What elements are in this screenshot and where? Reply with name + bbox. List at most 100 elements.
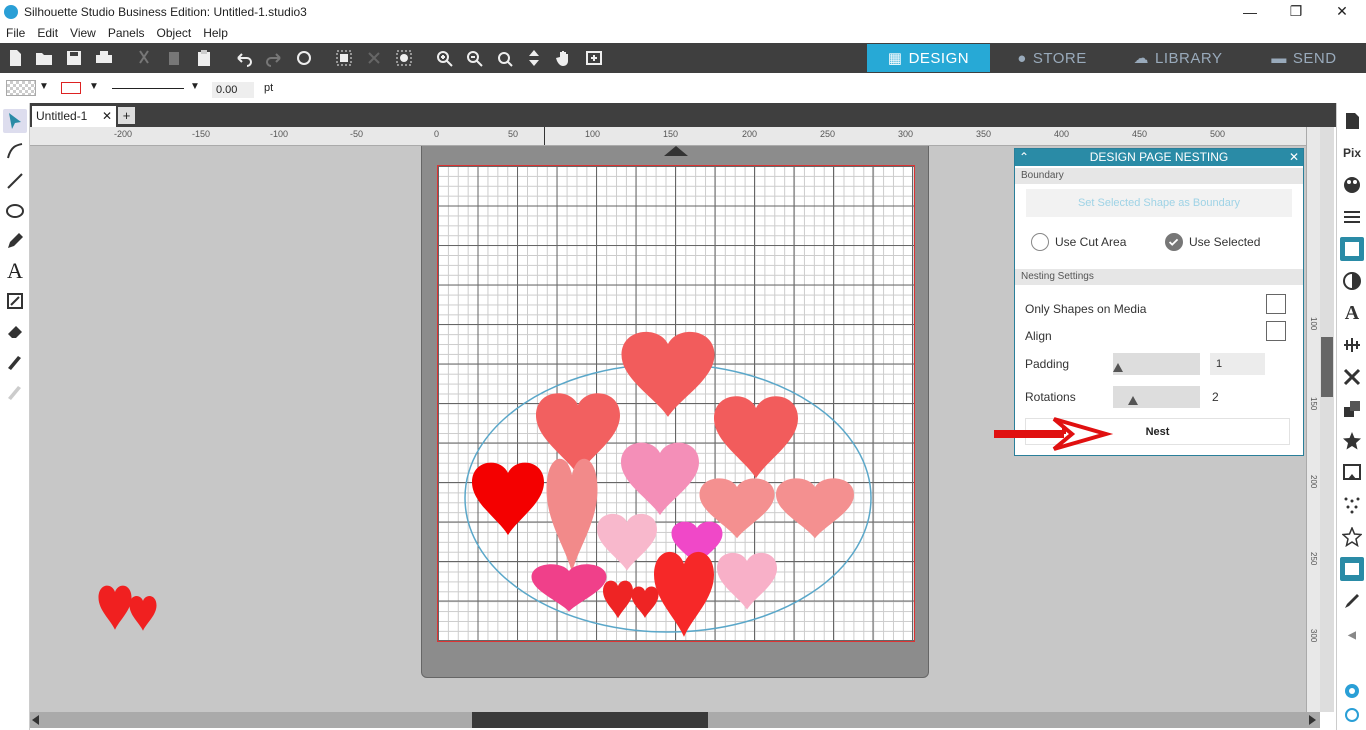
compound-path-icon[interactable] [393,47,415,69]
pixscan-icon[interactable]: Pix [1340,141,1364,165]
collapse-panel-icon[interactable]: ◀ [1340,623,1364,647]
menu-object[interactable]: Object [151,26,198,40]
menu-edit[interactable]: Edit [31,26,64,40]
select-tool-icon[interactable] [3,109,27,133]
transparency-panel-icon[interactable] [1340,269,1364,293]
cutter-icon: ▬ [1271,49,1287,67]
tab-design[interactable]: ▦ DESIGN [867,44,990,72]
page-setup-icon[interactable] [1340,109,1364,133]
new-file-icon[interactable] [4,47,26,69]
maximize-button[interactable]: ❐ [1273,0,1319,23]
paste-icon[interactable] [193,47,215,69]
nesting-panel-icon[interactable] [1340,557,1364,581]
fill-color-panel-icon[interactable] [1340,173,1364,197]
minimize-button[interactable]: — [1227,0,1273,23]
line-width-input[interactable]: 0.00 [212,82,254,98]
document-tab[interactable]: Untitled-1 ✕ [32,106,116,127]
top-ruler: -200 -150 -100 -50 0 50 100 150 200 250 … [30,127,1306,146]
fill-tool-icon[interactable] [3,289,27,313]
only-shapes-on-media-checkbox[interactable] [1266,294,1286,314]
pan-hand-icon[interactable] [553,47,575,69]
scroll-right-icon[interactable] [1309,715,1316,725]
zoom-in-icon[interactable] [433,47,455,69]
print-icon[interactable] [93,47,115,69]
ellipse-tool-icon[interactable] [3,199,27,223]
refresh-icon[interactable] [1340,703,1364,727]
use-selected-radio[interactable] [1165,233,1183,251]
modify-panel-icon[interactable] [1340,429,1364,453]
redraw-icon[interactable] [293,47,315,69]
tab-library[interactable]: ☁ LIBRARY [1118,44,1238,72]
vertical-scroll-thumb[interactable] [1321,337,1333,397]
add-page-icon[interactable] [583,47,605,69]
horizontal-scroll-thumb[interactable] [472,712,708,728]
line-color-dropdown-icon[interactable]: ▼ [89,81,99,92]
set-boundary-button[interactable]: Set Selected Shape as Boundary [1026,189,1292,217]
sketch-panel-icon[interactable] [1340,589,1364,613]
eraser-tool-icon[interactable] [3,319,27,343]
menu-help[interactable]: Help [197,26,234,40]
menu-view[interactable]: View [64,26,102,40]
add-tab-button[interactable]: + [118,107,135,124]
image-panel-icon[interactable] [1340,237,1364,261]
padding-input[interactable]: 1 [1210,353,1265,375]
ruler-tick-label: -50 [350,129,364,139]
ruler-tick-label: 0 [434,129,440,139]
padding-slider[interactable] [1113,353,1200,375]
pencil-tool-icon[interactable] [3,229,27,253]
close-window-button[interactable]: ✕ [1319,0,1365,23]
offset-panel-icon[interactable] [1340,461,1364,485]
fill-dropdown-icon[interactable]: ▼ [39,81,49,92]
point-edit-tool-icon[interactable] [3,139,27,163]
use-cut-area-radio[interactable] [1031,233,1049,251]
ungroup-icon[interactable] [363,47,385,69]
padding-slider-knob[interactable] [1113,363,1123,372]
tab-send[interactable]: ▬ SEND [1244,44,1364,72]
align-checkbox[interactable] [1266,321,1286,341]
document-tab-label: Untitled-1 [36,109,88,123]
vertical-scrollbar[interactable] [1320,127,1334,712]
heart-shape [129,596,157,631]
text-style-panel-icon[interactable]: A [1340,301,1364,325]
menu-panels[interactable]: Panels [102,26,151,40]
copy-icon[interactable] [163,47,185,69]
collapse-caret-icon[interactable]: ⌃ [1019,149,1029,166]
scroll-left-icon[interactable] [32,715,39,725]
close-panel-icon[interactable]: ✕ [1289,149,1299,166]
align-panel-icon[interactable] [1340,333,1364,357]
save-icon[interactable] [63,47,85,69]
line-tool-icon[interactable] [3,169,27,193]
eyedropper-tool-icon[interactable] [3,379,27,403]
cloud-icon: ☁ [1133,50,1150,67]
zoom-out-icon[interactable] [463,47,485,69]
tab-store[interactable]: ● STORE [992,44,1112,72]
settings-gear-icon[interactable] [1340,679,1364,703]
close-tab-icon[interactable]: ✕ [102,106,112,127]
menu-file[interactable]: File [0,26,31,40]
star-library-icon[interactable] [1340,525,1364,549]
rotations-slider-knob[interactable] [1128,396,1139,405]
transform-panel-icon[interactable] [1340,365,1364,389]
heart-shape [717,552,777,610]
undo-icon[interactable] [233,47,255,69]
heart-shape [621,331,715,417]
trace-panel-icon[interactable] [1340,493,1364,517]
open-folder-icon[interactable] [33,47,55,69]
fit-to-page-icon[interactable] [523,47,545,69]
fill-color-swatch[interactable] [6,80,36,96]
heart-shape [621,442,699,516]
horizontal-scrollbar[interactable] [30,712,1320,728]
group-icon[interactable] [333,47,355,69]
redo-icon[interactable] [263,47,285,69]
line-style-dropdown-icon[interactable]: ▼ [190,81,200,92]
rotations-slider[interactable] [1113,386,1200,408]
line-width-unit: pt [264,82,274,94]
cut-icon[interactable] [133,47,155,69]
line-style-panel-icon[interactable] [1340,205,1364,229]
text-tool-icon[interactable]: A [3,258,27,283]
zoom-select-icon[interactable] [493,47,515,69]
line-style-preview[interactable] [112,88,184,89]
line-color-swatch[interactable] [61,82,81,94]
knife-tool-icon[interactable] [3,349,27,373]
replicate-panel-icon[interactable] [1340,397,1364,421]
